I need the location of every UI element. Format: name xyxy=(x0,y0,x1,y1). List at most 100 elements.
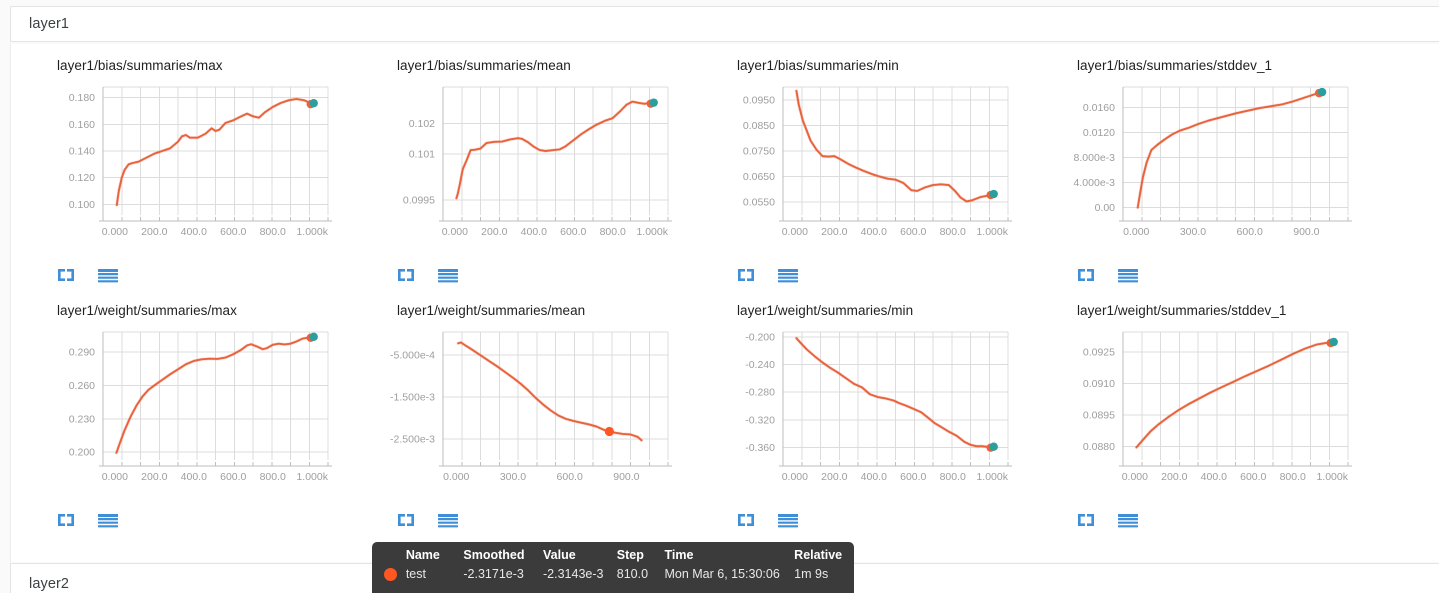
svg-text:1.000k: 1.000k xyxy=(636,226,668,238)
chart-title: layer1/bias/summaries/min xyxy=(737,58,1053,73)
chart-plot[interactable]: 0.000200.0400.0600.0800.01.000k0.05500.0… xyxy=(713,77,1053,252)
chart-title: layer1/weight/summaries/min xyxy=(737,303,1053,318)
chart-plot[interactable]: 0.000200.0400.0600.0800.01.000k0.2000.23… xyxy=(33,322,373,497)
svg-text:0.0120: 0.0120 xyxy=(1083,127,1115,139)
svg-text:-0.200: -0.200 xyxy=(745,331,775,343)
chart-grid: layer1/bias/summaries/max0.000200.0400.0… xyxy=(11,44,1439,562)
svg-text:400.0: 400.0 xyxy=(861,471,887,483)
chart-title: layer1/bias/summaries/mean xyxy=(397,58,713,73)
fullscreen-expand-icon[interactable] xyxy=(1075,265,1097,285)
svg-text:900.0: 900.0 xyxy=(613,471,639,483)
chart-card: layer1/bias/summaries/stddev_1 0.000300.0… xyxy=(1053,44,1393,289)
svg-text:0.0650: 0.0650 xyxy=(743,171,775,183)
svg-text:0.200: 0.200 xyxy=(69,447,95,459)
data-table-icon[interactable] xyxy=(1117,265,1139,285)
chart-card: layer1/weight/summaries/max0.000200.0400… xyxy=(33,289,373,534)
fullscreen-expand-icon[interactable] xyxy=(1075,510,1097,530)
svg-text:600.0: 600.0 xyxy=(900,226,926,238)
svg-text:300.0: 300.0 xyxy=(500,471,526,483)
svg-text:0.0995: 0.0995 xyxy=(403,194,435,206)
svg-text:0.000: 0.000 xyxy=(782,226,808,238)
chart-plot[interactable]: 0.000300.0600.0900.0-2.500e-3-1.500e-3-5… xyxy=(373,322,713,497)
svg-text:600.0: 600.0 xyxy=(557,471,583,483)
tooltip-header-value: Value xyxy=(543,548,617,567)
svg-text:0.000: 0.000 xyxy=(782,471,808,483)
svg-text:0.0750: 0.0750 xyxy=(743,146,775,158)
fullscreen-expand-icon[interactable] xyxy=(55,265,77,285)
svg-text:600.0: 600.0 xyxy=(900,471,926,483)
data-table-icon[interactable] xyxy=(437,265,459,285)
chart-plot[interactable]: 0.000200.0400.0600.0800.01.000k0.08800.0… xyxy=(1053,322,1393,497)
svg-text:800.0: 800.0 xyxy=(260,226,286,238)
svg-text:0.120: 0.120 xyxy=(69,172,95,184)
data-table-icon[interactable] xyxy=(777,510,799,530)
fullscreen-expand-icon[interactable] xyxy=(735,265,757,285)
svg-text:0.230: 0.230 xyxy=(69,413,95,425)
svg-text:400.0: 400.0 xyxy=(521,226,547,238)
svg-text:0.140: 0.140 xyxy=(69,146,95,158)
chart-card: layer1/bias/summaries/mean0.000200.0400.… xyxy=(373,44,713,289)
svg-text:800.0: 800.0 xyxy=(600,226,626,238)
svg-text:-5.000e-4: -5.000e-4 xyxy=(390,350,435,362)
group-title-layer1: layer1 xyxy=(29,16,69,32)
svg-text:800.0: 800.0 xyxy=(1280,471,1306,483)
tooltip-header-smoothed: Smoothed xyxy=(463,548,543,567)
svg-text:-0.280: -0.280 xyxy=(745,387,775,399)
svg-text:400.0: 400.0 xyxy=(181,226,207,238)
group-header-layer1[interactable]: layer1 xyxy=(10,6,1439,42)
svg-text:1.000k: 1.000k xyxy=(296,471,328,483)
chart-plot[interactable]: 0.000200.0400.0600.0800.01.000k0.09950.1… xyxy=(373,77,713,252)
tensorboard-scalars-page: layer1 layer1/bias/summaries/max0.000200… xyxy=(0,0,1439,593)
chart-actions xyxy=(395,265,459,285)
svg-text:1.000k: 1.000k xyxy=(976,471,1008,483)
chart-actions xyxy=(1075,510,1139,530)
tooltip-cell-value: -2.3143e-3 xyxy=(543,567,617,581)
data-table-icon[interactable] xyxy=(437,510,459,530)
svg-text:1.000k: 1.000k xyxy=(976,226,1008,238)
data-table-icon[interactable] xyxy=(97,265,119,285)
svg-text:400.0: 400.0 xyxy=(1201,471,1227,483)
svg-text:-0.360: -0.360 xyxy=(745,442,775,454)
svg-text:0.0850: 0.0850 xyxy=(743,120,775,132)
svg-text:0.000: 0.000 xyxy=(1123,226,1149,238)
svg-text:0.100: 0.100 xyxy=(69,199,95,211)
svg-text:600.0: 600.0 xyxy=(220,471,246,483)
chart-title: layer1/weight/summaries/max xyxy=(57,303,373,318)
svg-text:800.0: 800.0 xyxy=(940,471,966,483)
charts-panel: layer1/bias/summaries/max0.000200.0400.0… xyxy=(10,44,1439,562)
svg-text:800.0: 800.0 xyxy=(260,471,286,483)
svg-text:0.290: 0.290 xyxy=(69,347,95,359)
svg-text:0.0550: 0.0550 xyxy=(743,197,775,209)
tooltip-cell-relative: 1m 9s xyxy=(794,567,854,581)
svg-text:0.00: 0.00 xyxy=(1095,202,1116,214)
fullscreen-expand-icon[interactable] xyxy=(395,510,417,530)
svg-text:0.0160: 0.0160 xyxy=(1083,102,1115,114)
fullscreen-expand-icon[interactable] xyxy=(55,510,77,530)
data-table-icon[interactable] xyxy=(97,510,119,530)
svg-text:600.0: 600.0 xyxy=(1240,471,1266,483)
data-table-icon[interactable] xyxy=(777,265,799,285)
fullscreen-expand-icon[interactable] xyxy=(735,510,757,530)
svg-text:600.0: 600.0 xyxy=(560,226,586,238)
svg-text:200.0: 200.0 xyxy=(141,471,167,483)
svg-text:0.0950: 0.0950 xyxy=(743,94,775,106)
chart-plot[interactable]: 0.000300.0600.0900.00.004.000e-38.000e-3… xyxy=(1053,77,1393,252)
chart-actions xyxy=(395,510,459,530)
svg-text:0.0880: 0.0880 xyxy=(1083,441,1115,453)
svg-text:0.0925: 0.0925 xyxy=(1083,346,1115,358)
svg-text:-1.500e-3: -1.500e-3 xyxy=(390,392,435,404)
svg-text:0.101: 0.101 xyxy=(409,149,435,161)
svg-text:400.0: 400.0 xyxy=(861,226,887,238)
tooltip-series-swatch xyxy=(372,567,406,581)
chart-title: layer1/weight/summaries/mean xyxy=(397,303,713,318)
chart-card: layer1/bias/summaries/max0.000200.0400.0… xyxy=(33,44,373,289)
tooltip-cell-step: 810.0 xyxy=(617,567,665,581)
data-table-icon[interactable] xyxy=(1117,510,1139,530)
svg-text:0.180: 0.180 xyxy=(69,92,95,104)
chart-actions xyxy=(735,510,799,530)
svg-text:0.102: 0.102 xyxy=(409,118,435,130)
chart-title: layer1/bias/summaries/stddev_1 xyxy=(1077,58,1393,73)
chart-plot[interactable]: 0.000200.0400.0600.0800.01.000k0.1000.12… xyxy=(33,77,373,252)
fullscreen-expand-icon[interactable] xyxy=(395,265,417,285)
chart-plot[interactable]: 0.000200.0400.0600.0800.01.000k-0.360-0.… xyxy=(713,322,1053,497)
